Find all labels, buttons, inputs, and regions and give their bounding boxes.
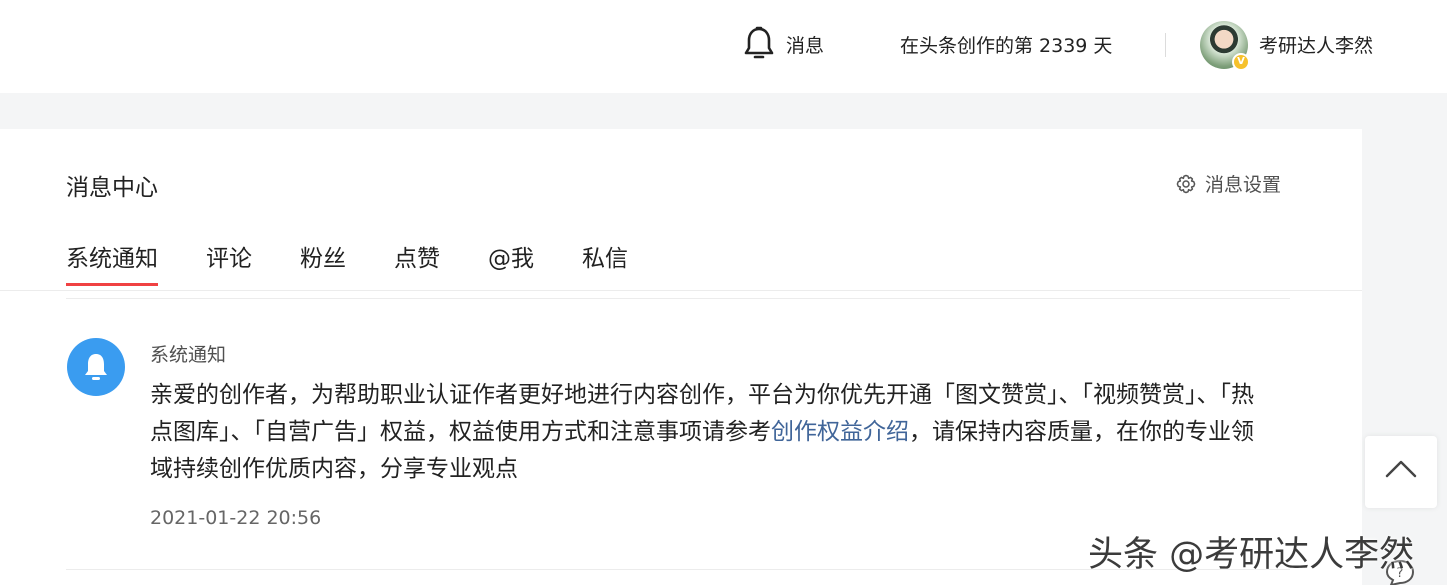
- bell-icon: [744, 26, 774, 59]
- message-settings-button[interactable]: 消息设置: [1176, 170, 1281, 197]
- tab-fans[interactable]: 粉丝: [300, 239, 346, 286]
- tabs-divider: [0, 290, 1362, 291]
- tab-system-notifications[interactable]: 系统通知: [66, 239, 158, 286]
- messages-label: 消息: [786, 34, 825, 57]
- gear-icon: [1176, 174, 1196, 193]
- notification-sender: 系统通知: [150, 344, 227, 366]
- message-settings-label: 消息设置: [1205, 174, 1282, 196]
- header-divider: [1165, 33, 1166, 57]
- creator-rights-link[interactable]: 创作权益介绍: [771, 419, 909, 445]
- svg-text:?: ?: [1397, 566, 1404, 581]
- list-top-divider: [66, 298, 1290, 299]
- message-center-card: 消息中心 消息设置 系统通知 评论 粉丝 点赞 @我 私信 系统通知 亲爱的创作…: [0, 129, 1362, 585]
- chevron-up-icon: [1385, 460, 1417, 478]
- avatar[interactable]: V: [1200, 21, 1250, 71]
- tab-private-messages[interactable]: 私信: [582, 239, 628, 286]
- messages-link[interactable]: 消息: [742, 26, 824, 62]
- notification-bell-icon: [85, 354, 107, 380]
- tab-mentions[interactable]: @我: [488, 239, 534, 286]
- verified-badge: V: [1232, 53, 1250, 71]
- back-to-top-button[interactable]: [1365, 436, 1437, 508]
- creation-days-text: 在头条创作的第 2339 天: [900, 35, 1113, 57]
- tab-comments[interactable]: 评论: [206, 239, 252, 286]
- top-header: 消息 在头条创作的第 2339 天 V 考研达人李然: [0, 0, 1447, 93]
- notification-avatar: [67, 338, 125, 396]
- username[interactable]: 考研达人李然: [1259, 31, 1373, 58]
- help-icon[interactable]: ?: [1383, 558, 1417, 585]
- notification-body: 亲爱的创作者，为帮助职业认证作者更好地进行内容创作，平台为你优先开通「图文赞赏」…: [150, 377, 1265, 488]
- list-item-divider: [66, 569, 1290, 570]
- tab-likes[interactable]: 点赞: [394, 239, 440, 286]
- notification-timestamp: 2021-01-22 20:56: [150, 507, 322, 529]
- message-tabs: 系统通知 评论 粉丝 点赞 @我 私信: [66, 239, 676, 286]
- page-title: 消息中心: [66, 175, 158, 201]
